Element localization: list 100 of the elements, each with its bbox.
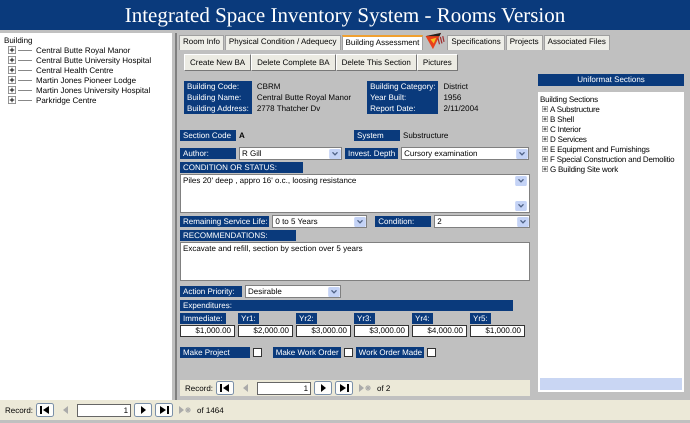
dropdown-field[interactable]: 2	[434, 215, 530, 228]
logo-icon	[424, 32, 446, 50]
text-area[interactable]: Excavate and refill, section by section over 5 years	[180, 242, 530, 281]
expand-icon[interactable]	[8, 96, 16, 104]
dropdown-arrow-icon[interactable]	[328, 286, 340, 296]
expand-icon[interactable]	[542, 126, 548, 132]
tab[interactable]: Room Info	[179, 35, 224, 50]
section-heading: Expenditures:	[180, 300, 513, 311]
info-value: CBRM	[256, 81, 282, 92]
tab[interactable]: Specifications	[447, 35, 505, 50]
last-record-icon[interactable]	[155, 403, 174, 417]
info-value: 2/11/2004	[443, 103, 478, 114]
info-value: 2778 Thatcher Dv	[256, 103, 322, 114]
field-label: Immediate:	[180, 313, 226, 324]
horizontal-scrollbar[interactable]	[540, 378, 682, 390]
field-label: Yr1:	[238, 313, 259, 324]
expand-icon[interactable]	[542, 106, 548, 112]
field-label: Yr2:	[296, 313, 317, 324]
field-label: Condition:	[375, 216, 432, 227]
expand-icon[interactable]	[542, 166, 548, 172]
last-record-icon[interactable]	[335, 381, 354, 395]
tree-item[interactable]: Martin Jones University Hospital	[36, 86, 150, 94]
dropdown-field[interactable]: 0 to 5 Years	[272, 215, 368, 228]
field-label: Invest. Depth	[345, 148, 398, 159]
first-record-icon[interactable]	[216, 381, 234, 395]
text-area[interactable]: Piles 20' deep , appro 16' o.c., loosing resistance	[180, 174, 530, 213]
dropdown-arrow-icon[interactable]	[515, 176, 527, 186]
record-label: Record:	[185, 384, 214, 392]
tree-item[interactable]: G Building Site work	[550, 164, 618, 174]
expand-icon[interactable]	[8, 46, 16, 54]
expand-icon[interactable]	[542, 136, 548, 142]
expand-icon[interactable]	[542, 146, 548, 152]
info-value: 1956	[443, 92, 462, 103]
tree-item[interactable]: D Services	[550, 134, 587, 144]
dropdown-field[interactable]: Cursory examination	[401, 147, 530, 160]
checkbox[interactable]	[344, 348, 353, 357]
info-value: Central Butte Royal Manor	[256, 92, 352, 103]
toolbar-button[interactable]: Pictures	[416, 54, 458, 71]
expand-icon[interactable]	[542, 116, 548, 122]
expand-icon[interactable]	[8, 56, 16, 64]
checkbox-label: Make Work Order	[272, 347, 341, 358]
info-label: Building Category:	[367, 81, 438, 92]
field-label: Yr3:	[354, 313, 375, 324]
expand-icon[interactable]	[8, 66, 16, 74]
field-label: Yr4:	[412, 313, 433, 324]
next-record-icon[interactable]	[134, 403, 152, 417]
record-number-field[interactable]: 1	[257, 382, 312, 394]
amount-field[interactable]: $3,000.00	[296, 325, 351, 337]
tree-root-label: Building	[4, 36, 32, 44]
record-count: of 2	[377, 384, 390, 392]
checkbox[interactable]	[427, 348, 436, 357]
dropdown-field[interactable]: Desirable	[245, 285, 341, 298]
expand-icon[interactable]	[8, 76, 16, 84]
panel-header: Uniformat Sections	[538, 74, 684, 86]
field-label: Section Code	[180, 130, 236, 141]
previous-record-icon	[243, 384, 248, 392]
tree-item[interactable]: Central Butte Royal Manor	[36, 46, 130, 54]
dropdown-arrow-icon[interactable]	[516, 148, 528, 158]
amount-field[interactable]: $2,000.00	[238, 325, 293, 337]
tab[interactable]: Building Assessment	[342, 35, 424, 50]
tree-item[interactable]: Parkridge Centre	[36, 96, 96, 104]
toolbar-button[interactable]: Create New BA	[184, 54, 252, 71]
field-label: Action Priority:	[180, 286, 242, 297]
field-value: A	[239, 130, 246, 141]
tree-item[interactable]: Central Health Centre	[36, 66, 114, 74]
amount-field[interactable]: $3,000.00	[354, 325, 409, 337]
tab[interactable]: Physical Condition / Adequecy	[224, 35, 341, 50]
dropdown-field[interactable]: R Gill	[239, 147, 342, 160]
tree-item[interactable]: E Equipment and Furnishings	[550, 144, 650, 154]
tree-item[interactable]: A Substructure	[550, 104, 600, 114]
info-label: Year Built:	[367, 92, 438, 103]
section-heading: CONDITION OR STATUS:	[180, 162, 303, 173]
tree-item[interactable]: B Shell	[550, 114, 574, 124]
tab[interactable]: Projects	[506, 35, 543, 50]
dropdown-arrow-icon[interactable]	[354, 216, 366, 226]
scrollbar[interactable]	[515, 176, 527, 211]
toolbar-button[interactable]: Delete This Section	[336, 54, 417, 71]
tree-item[interactable]: C Interior	[550, 124, 581, 134]
tree-item[interactable]: Central Butte University Hospital	[36, 56, 152, 64]
tree-item[interactable]: Martin Jones Pioneer Lodge	[36, 76, 136, 84]
checkbox[interactable]	[252, 348, 262, 357]
dropdown-arrow-icon[interactable]	[517, 216, 529, 226]
toolbar-button[interactable]: Delete Complete BA	[251, 54, 336, 71]
info-label: Building Address:	[184, 103, 252, 114]
expand-icon[interactable]	[542, 156, 548, 162]
next-record-icon[interactable]	[314, 381, 332, 395]
amount-field[interactable]: $4,000.00	[412, 325, 467, 337]
info-label: Building Code:	[184, 81, 252, 92]
amount-field[interactable]: $1,000.00	[470, 325, 525, 337]
amount-field[interactable]: $1,000.00	[180, 325, 235, 337]
dropdown-arrow-icon[interactable]	[515, 201, 527, 211]
first-record-icon[interactable]	[36, 403, 54, 417]
record-number-field[interactable]: 1	[77, 404, 132, 416]
tree-item[interactable]: F Special Construction and Demolitio	[550, 154, 674, 164]
info-value: District	[443, 81, 469, 92]
expand-icon[interactable]	[8, 86, 16, 94]
tab[interactable]: Associated Files	[544, 35, 610, 50]
window-title: Integrated Space Inventory System - Rooms Version	[0, 0, 690, 30]
dropdown-arrow-icon[interactable]	[329, 148, 341, 158]
field-label: System	[354, 130, 400, 141]
